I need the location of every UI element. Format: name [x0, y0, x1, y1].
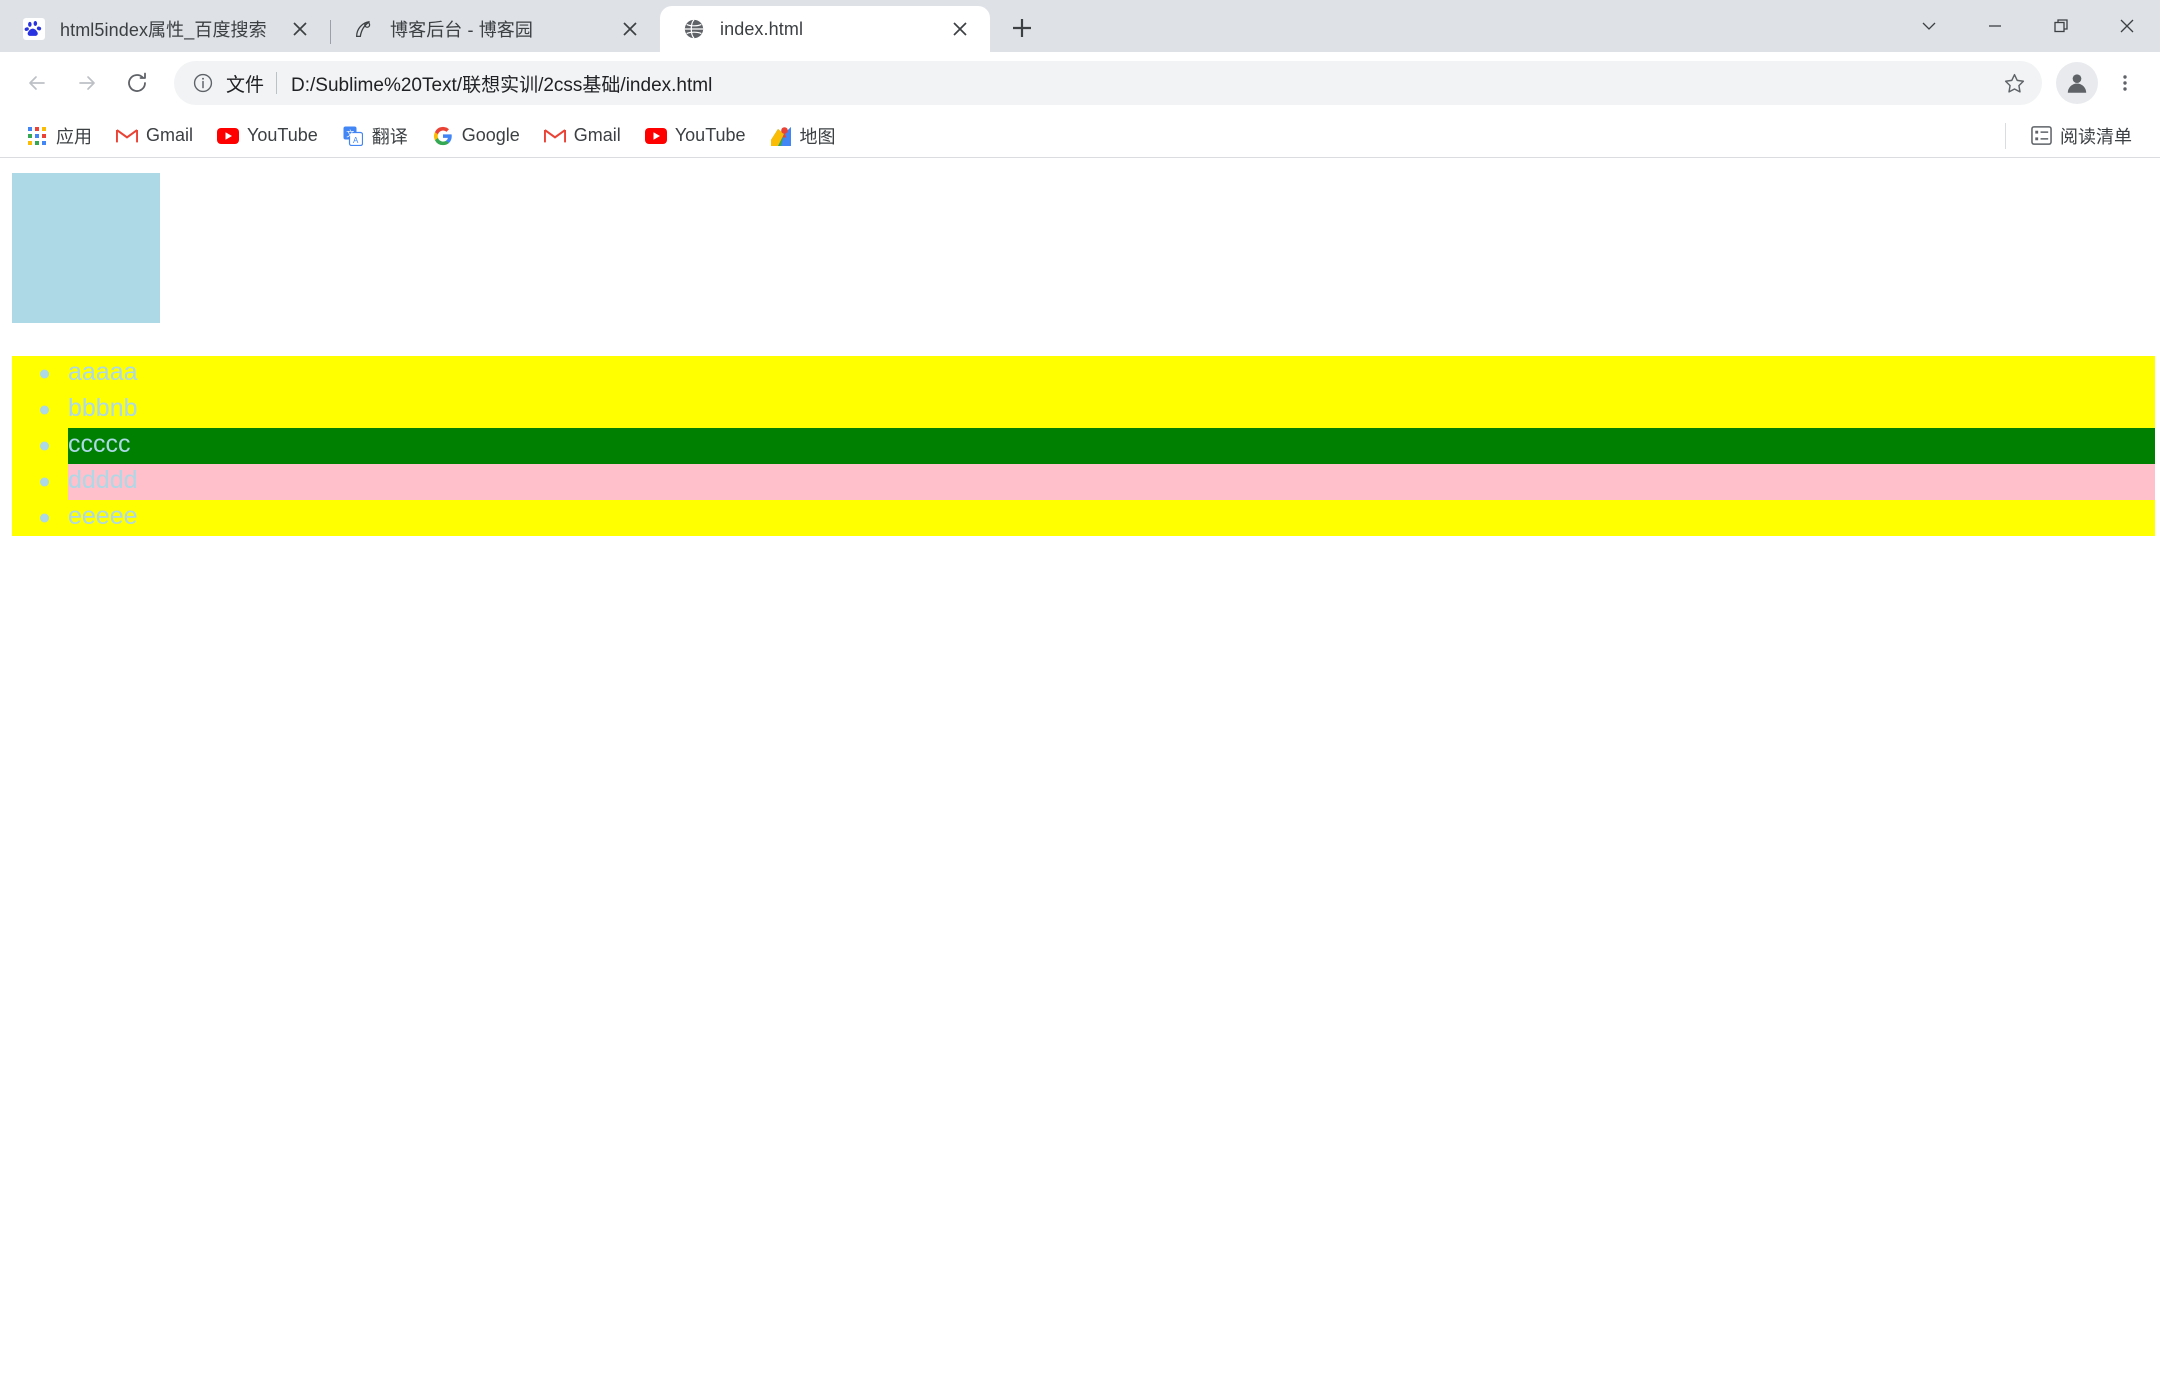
reload-icon[interactable]	[114, 60, 160, 106]
svg-text:A: A	[353, 136, 359, 145]
browser-tab-3-active[interactable]: index.html	[660, 6, 990, 52]
list-item[interactable]: aaaaa	[68, 356, 2155, 392]
url-scheme-label: 文件	[226, 74, 265, 96]
restore-icon[interactable]	[2028, 0, 2094, 52]
globe-icon	[682, 17, 706, 41]
url-text[interactable]: D:/Sublime%20Text/联想实训/2css基础/index.html	[291, 70, 1994, 97]
bookmark-maps[interactable]: 地图	[760, 119, 846, 153]
address-bar[interactable]: 文件 D:/Sublime%20Text/联想实训/2css基础/index.h…	[174, 61, 2042, 105]
bookmark-label: 应用	[56, 126, 92, 147]
bookmark-label: YouTube	[247, 125, 318, 145]
tab-title: 博客后台 - 博客园	[390, 20, 533, 40]
list-item-label: eeeee	[68, 502, 138, 530]
list-item-label: aaaaa	[68, 358, 138, 386]
bookmark-translate[interactable]: 文 A 翻译	[332, 119, 418, 153]
bookmarks-bar: 应用 Gmail YouTube 文 A 翻译 Google Gmail You…	[0, 114, 2160, 158]
gmail-icon	[543, 125, 566, 147]
forward-icon[interactable]	[64, 60, 110, 106]
close-icon[interactable]	[616, 15, 644, 43]
list-item-label: bbbnb	[68, 394, 138, 422]
omnibox-divider	[276, 72, 278, 94]
bookmark-google[interactable]: Google	[422, 119, 530, 153]
maps-icon	[770, 125, 792, 147]
translate-icon: 文 A	[342, 125, 364, 147]
bookmark-label: Google	[461, 125, 520, 145]
bookmark-youtube-1[interactable]: YouTube	[207, 119, 328, 153]
avatar[interactable]	[2056, 62, 2098, 104]
close-icon[interactable]	[2094, 0, 2160, 52]
baidu-icon	[22, 17, 46, 41]
tab-title: index.html	[720, 18, 804, 39]
browser-tab-2[interactable]: 博客后台 - 博客园	[330, 6, 660, 52]
tab-title: html5index属性_百度搜索	[60, 20, 267, 40]
close-icon[interactable]	[286, 15, 314, 43]
chrome-menu-icon[interactable]	[2104, 62, 2146, 104]
youtube-icon	[217, 125, 240, 147]
list-item-label: ccccc	[68, 430, 131, 458]
list-item[interactable]: ddddd	[68, 464, 2155, 500]
apps-grid-icon	[26, 125, 48, 147]
bookmark-label: YouTube	[674, 125, 746, 145]
bookmark-label: Gmail	[146, 125, 194, 145]
list-item[interactable]: ccccc	[68, 428, 2155, 464]
window-controls	[1896, 0, 2160, 52]
list-item[interactable]: eeeee	[68, 500, 2155, 536]
bookmarks-divider	[2005, 122, 2006, 149]
bookmark-apps[interactable]: 应用	[16, 119, 102, 153]
list-item-label: ddddd	[68, 466, 138, 494]
browser-toolbar: 文件 D:/Sublime%20Text/联想实训/2css基础/index.h…	[0, 52, 2160, 114]
bookmark-label: 翻译	[371, 126, 408, 147]
cnblogs-icon	[352, 17, 376, 41]
google-icon	[432, 125, 454, 147]
new-tab-button[interactable]	[1000, 6, 1044, 50]
bookmark-gmail-1[interactable]: Gmail	[106, 119, 203, 153]
reading-list-button[interactable]: 阅读清单	[2020, 119, 2142, 153]
youtube-icon	[644, 125, 667, 147]
gmail-icon	[116, 125, 138, 147]
browser-window: html5index属性_百度搜索 博客后台 - 博客园 index.html …	[0, 0, 2160, 1380]
bookmark-gmail-2[interactable]: Gmail	[534, 119, 631, 153]
browser-tab-1[interactable]: html5index属性_百度搜索	[0, 6, 330, 52]
tab-search-chevron-down-icon[interactable]	[1896, 0, 1962, 52]
bookmark-label: Gmail	[573, 125, 621, 145]
reading-list-label: 阅读清单	[2060, 126, 2132, 147]
light-blue-box	[12, 173, 160, 323]
bookmark-label: 地图	[799, 126, 836, 147]
list-item[interactable]: bbbnb	[68, 392, 2155, 428]
page-info-icon[interactable]	[190, 70, 216, 96]
back-icon[interactable]	[14, 60, 60, 106]
demo-list: aaaaa bbbnb ccccc ddddd eeeee	[12, 356, 2155, 536]
minimize-icon[interactable]	[1962, 0, 2028, 52]
bookmark-star-icon[interactable]	[1994, 63, 2034, 103]
page-viewport: aaaaa bbbnb ccccc ddddd eeeee	[0, 158, 2160, 1380]
tab-divider	[330, 20, 331, 44]
tab-strip: html5index属性_百度搜索 博客后台 - 博客园 index.html	[0, 0, 2160, 52]
bookmark-youtube-2[interactable]: YouTube	[635, 119, 756, 153]
reading-list-icon	[2030, 125, 2052, 147]
close-icon[interactable]	[946, 15, 974, 43]
